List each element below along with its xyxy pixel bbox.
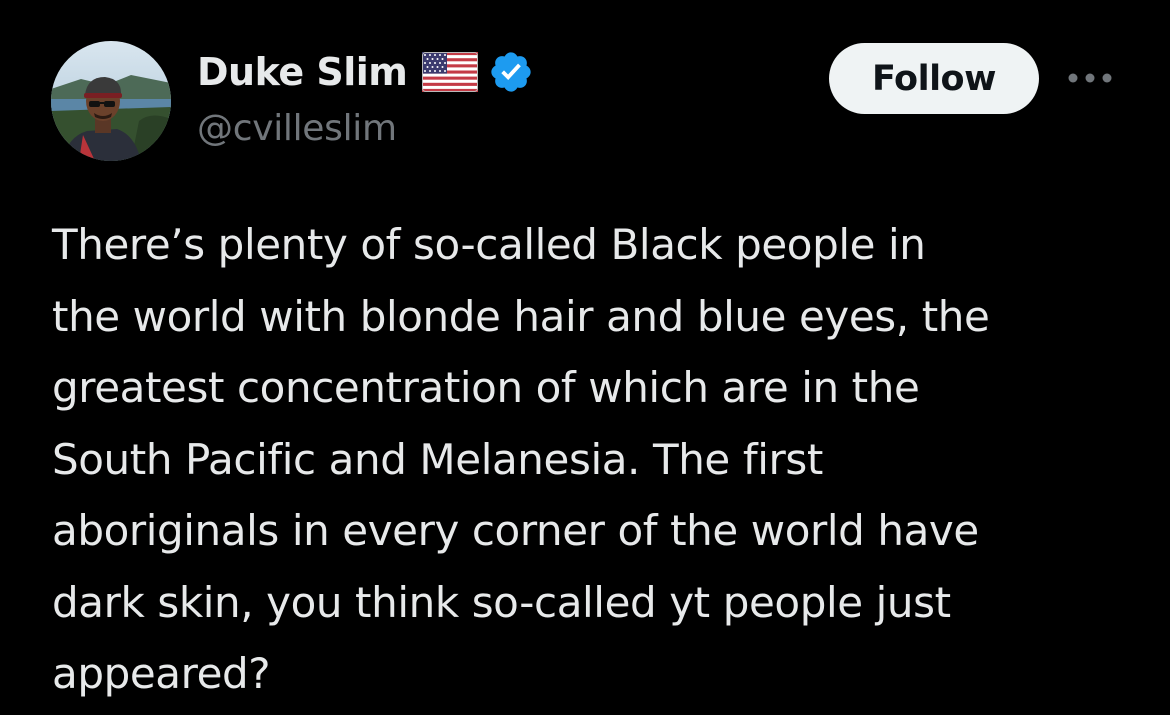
tweet-text-line: South Pacific and Melanesia. The first: [52, 434, 823, 484]
follow-button[interactable]: Follow: [829, 43, 1039, 114]
tweet-text-line: greatest concentration of which are in t…: [52, 363, 920, 412]
tweet-text-line: dark skin, you think so-called yt people…: [52, 577, 951, 627]
tweet-text-line: There’s plenty of so-called Black people…: [52, 220, 926, 269]
avatar-photo: [51, 41, 171, 161]
more-options-button[interactable]: [1062, 58, 1118, 98]
display-name[interactable]: Duke Slim: [197, 50, 408, 94]
verified-badge-icon: [488, 49, 534, 95]
more-horizontal-icon: [1068, 73, 1112, 83]
user-handle[interactable]: @cvilleslim: [197, 108, 397, 149]
tweet-text: There’s plenty of so-called Black people…: [52, 209, 1142, 710]
us-flag-icon: [422, 52, 479, 92]
author-name-row: Duke Slim: [197, 44, 534, 100]
tweet-card: Duke Slim @cvilleslim Follow There’s ple…: [0, 0, 1170, 715]
tweet-text-line: aboriginals in every corner of the world…: [52, 506, 979, 555]
tweet-text-line: appeared?: [52, 649, 271, 698]
tweet-text-line: the world with blonde hair and blue eyes…: [52, 291, 990, 341]
avatar[interactable]: [51, 41, 171, 161]
